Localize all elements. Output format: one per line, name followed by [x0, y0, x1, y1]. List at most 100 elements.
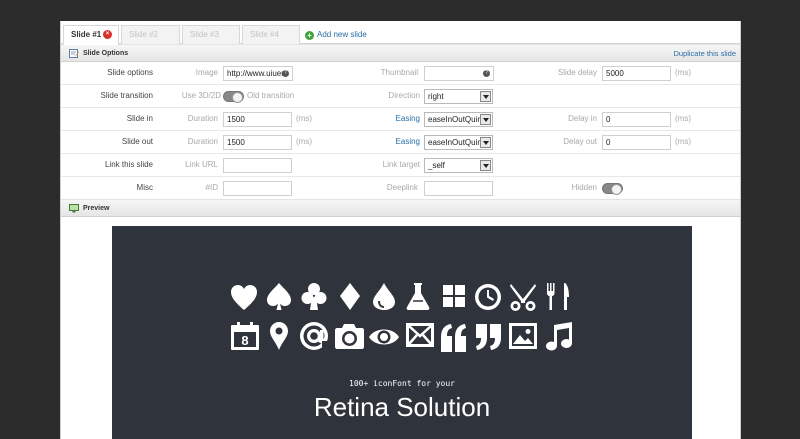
- slide-options-header: Slide Options Duplicate this slide: [61, 44, 740, 62]
- duration-label: Duration: [187, 137, 218, 146]
- easing-link[interactable]: Easing: [396, 131, 420, 153]
- close-icon[interactable]: ×: [103, 30, 112, 39]
- heart-icon: [231, 285, 257, 310]
- diamond-icon: [340, 283, 360, 310]
- direction-label: Direction: [388, 91, 420, 100]
- row-label: Slide in: [126, 114, 153, 123]
- row-slide-transition: Slide transition Use 3D/2D Old transitio…: [61, 85, 740, 108]
- duplicate-slide-link[interactable]: Duplicate this slide: [673, 45, 736, 62]
- preview-title: Preview: [83, 205, 110, 212]
- duration-value: 1500: [227, 115, 245, 124]
- image-icon: [509, 323, 537, 349]
- slide-delay-input[interactable]: 5000: [602, 66, 671, 81]
- tab-slide-4[interactable]: Slide #4: [242, 25, 300, 45]
- flask-icon: [406, 283, 430, 310]
- deeplink-label: Deeplink: [386, 183, 418, 192]
- link-target-value: _self: [428, 161, 445, 170]
- tab-slide-1[interactable]: Slide #1 ×: [63, 25, 119, 45]
- drop-icon: [373, 283, 395, 310]
- delay-in-value: 0: [606, 115, 611, 124]
- duration-value: 1500: [227, 138, 245, 147]
- delay-in-input[interactable]: 0: [602, 112, 671, 127]
- delay-in-label: Delay in: [568, 114, 597, 123]
- preview-headline: Retina Solution: [313, 392, 491, 422]
- clock-icon: [475, 284, 501, 310]
- help-icon[interactable]: ?: [282, 70, 289, 77]
- row-slide-out: Slide out Duration 1500 (ms) Easing ease…: [61, 131, 740, 154]
- slide-editor-panel: Slide #1 × Slide #2 Slide #3 Slide #4 + A…: [60, 21, 741, 439]
- camera-icon: [335, 324, 364, 349]
- row-label: Slide options: [107, 68, 153, 77]
- link-target-label: Link target: [382, 160, 420, 169]
- quote-close-icon: [476, 324, 501, 350]
- chevron-down-icon: [480, 114, 491, 125]
- slide-delay-label: Slide delay: [557, 68, 597, 77]
- deeplink-input[interactable]: [424, 181, 493, 196]
- row-link-this-slide: Link this slide Link URL Link target _se…: [61, 154, 740, 177]
- easing-value: easeInOutQuint: [428, 115, 485, 124]
- row-label: Misc: [136, 183, 153, 192]
- section-title: Slide Options: [83, 50, 129, 57]
- delay-out-input[interactable]: 0: [602, 135, 671, 150]
- easing-value: easeInOutQuint: [428, 138, 485, 147]
- add-new-slide-link[interactable]: + Add new slide: [305, 26, 367, 44]
- unit-label: (ms): [675, 68, 691, 77]
- music-icon: [546, 322, 572, 351]
- slide-out-duration-input[interactable]: 1500: [223, 135, 292, 150]
- id-input[interactable]: [223, 181, 292, 196]
- spade-icon: [267, 283, 291, 310]
- id-label: #ID: [205, 183, 218, 192]
- monitor-icon: [69, 204, 79, 213]
- eye-icon: [369, 329, 399, 345]
- image-url-input[interactable]: http://www.uiueu ?: [223, 66, 293, 81]
- slide-tabs: Slide #1 × Slide #2 Slide #3 Slide #4 + A…: [61, 21, 740, 45]
- row-label: Link this slide: [104, 160, 153, 169]
- preview-caption: 100+ iconFont for your: [349, 379, 455, 388]
- slide-out-easing-select[interactable]: easeInOutQuint: [424, 135, 493, 150]
- calendar-day: 8: [241, 333, 248, 348]
- row-slide-options: Slide options Image http://www.uiueu ? T…: [61, 62, 740, 85]
- tab-label: Slide #4: [250, 30, 279, 39]
- old-transition-label: Old transition: [247, 91, 295, 100]
- slide-preview-stage: 8 100+ iconFont for your Retina Solution: [112, 226, 692, 439]
- cutlery-icon: [547, 283, 569, 310]
- unit-label: (ms): [675, 137, 691, 146]
- row-slide-in: Slide in Duration 1500 (ms) Easing easeI…: [61, 108, 740, 131]
- row-label: Slide out: [121, 137, 153, 146]
- delay-out-value: 0: [606, 138, 611, 147]
- at-icon: [300, 322, 330, 350]
- direction-select[interactable]: right: [424, 89, 493, 104]
- map-pin-icon: [270, 322, 288, 350]
- unit-label: (ms): [296, 114, 312, 123]
- thumbnail-input[interactable]: ?: [424, 66, 494, 81]
- tab-slide-3[interactable]: Slide #3: [182, 25, 240, 45]
- unit-label: (ms): [675, 114, 691, 123]
- easing-link[interactable]: Easing: [396, 108, 420, 130]
- image-url-value: http://www.uiueu: [227, 69, 286, 78]
- duration-label: Duration: [187, 114, 218, 123]
- club-icon: [301, 283, 327, 310]
- edit-icon: [69, 49, 79, 58]
- quote-open-icon: [441, 324, 466, 352]
- tab-label: Slide #3: [190, 30, 219, 39]
- hidden-toggle[interactable]: [602, 183, 623, 195]
- help-icon[interactable]: ?: [483, 70, 490, 77]
- add-slide-label: Add new slide: [317, 30, 367, 39]
- use-3d-2d-toggle[interactable]: [223, 91, 244, 103]
- row-label: Slide transition: [100, 91, 153, 100]
- plus-icon: +: [305, 31, 314, 40]
- tab-slide-2[interactable]: Slide #2: [121, 25, 180, 45]
- slide-in-duration-input[interactable]: 1500: [223, 112, 292, 127]
- unit-label: (ms): [296, 137, 312, 146]
- link-url-label: Link URL: [185, 160, 218, 169]
- grid-icon: [443, 285, 465, 307]
- row-misc: Misc #ID Deeplink Hidden: [61, 177, 740, 200]
- slide-in-easing-select[interactable]: easeInOutQuint: [424, 112, 493, 127]
- chevron-down-icon: [480, 91, 491, 102]
- link-target-select[interactable]: _self: [424, 158, 493, 173]
- tab-label: Slide #1: [71, 30, 102, 39]
- scissors-icon: [510, 284, 536, 311]
- direction-value: right: [428, 92, 444, 101]
- delay-out-label: Delay out: [563, 137, 597, 146]
- link-url-input[interactable]: [223, 158, 292, 173]
